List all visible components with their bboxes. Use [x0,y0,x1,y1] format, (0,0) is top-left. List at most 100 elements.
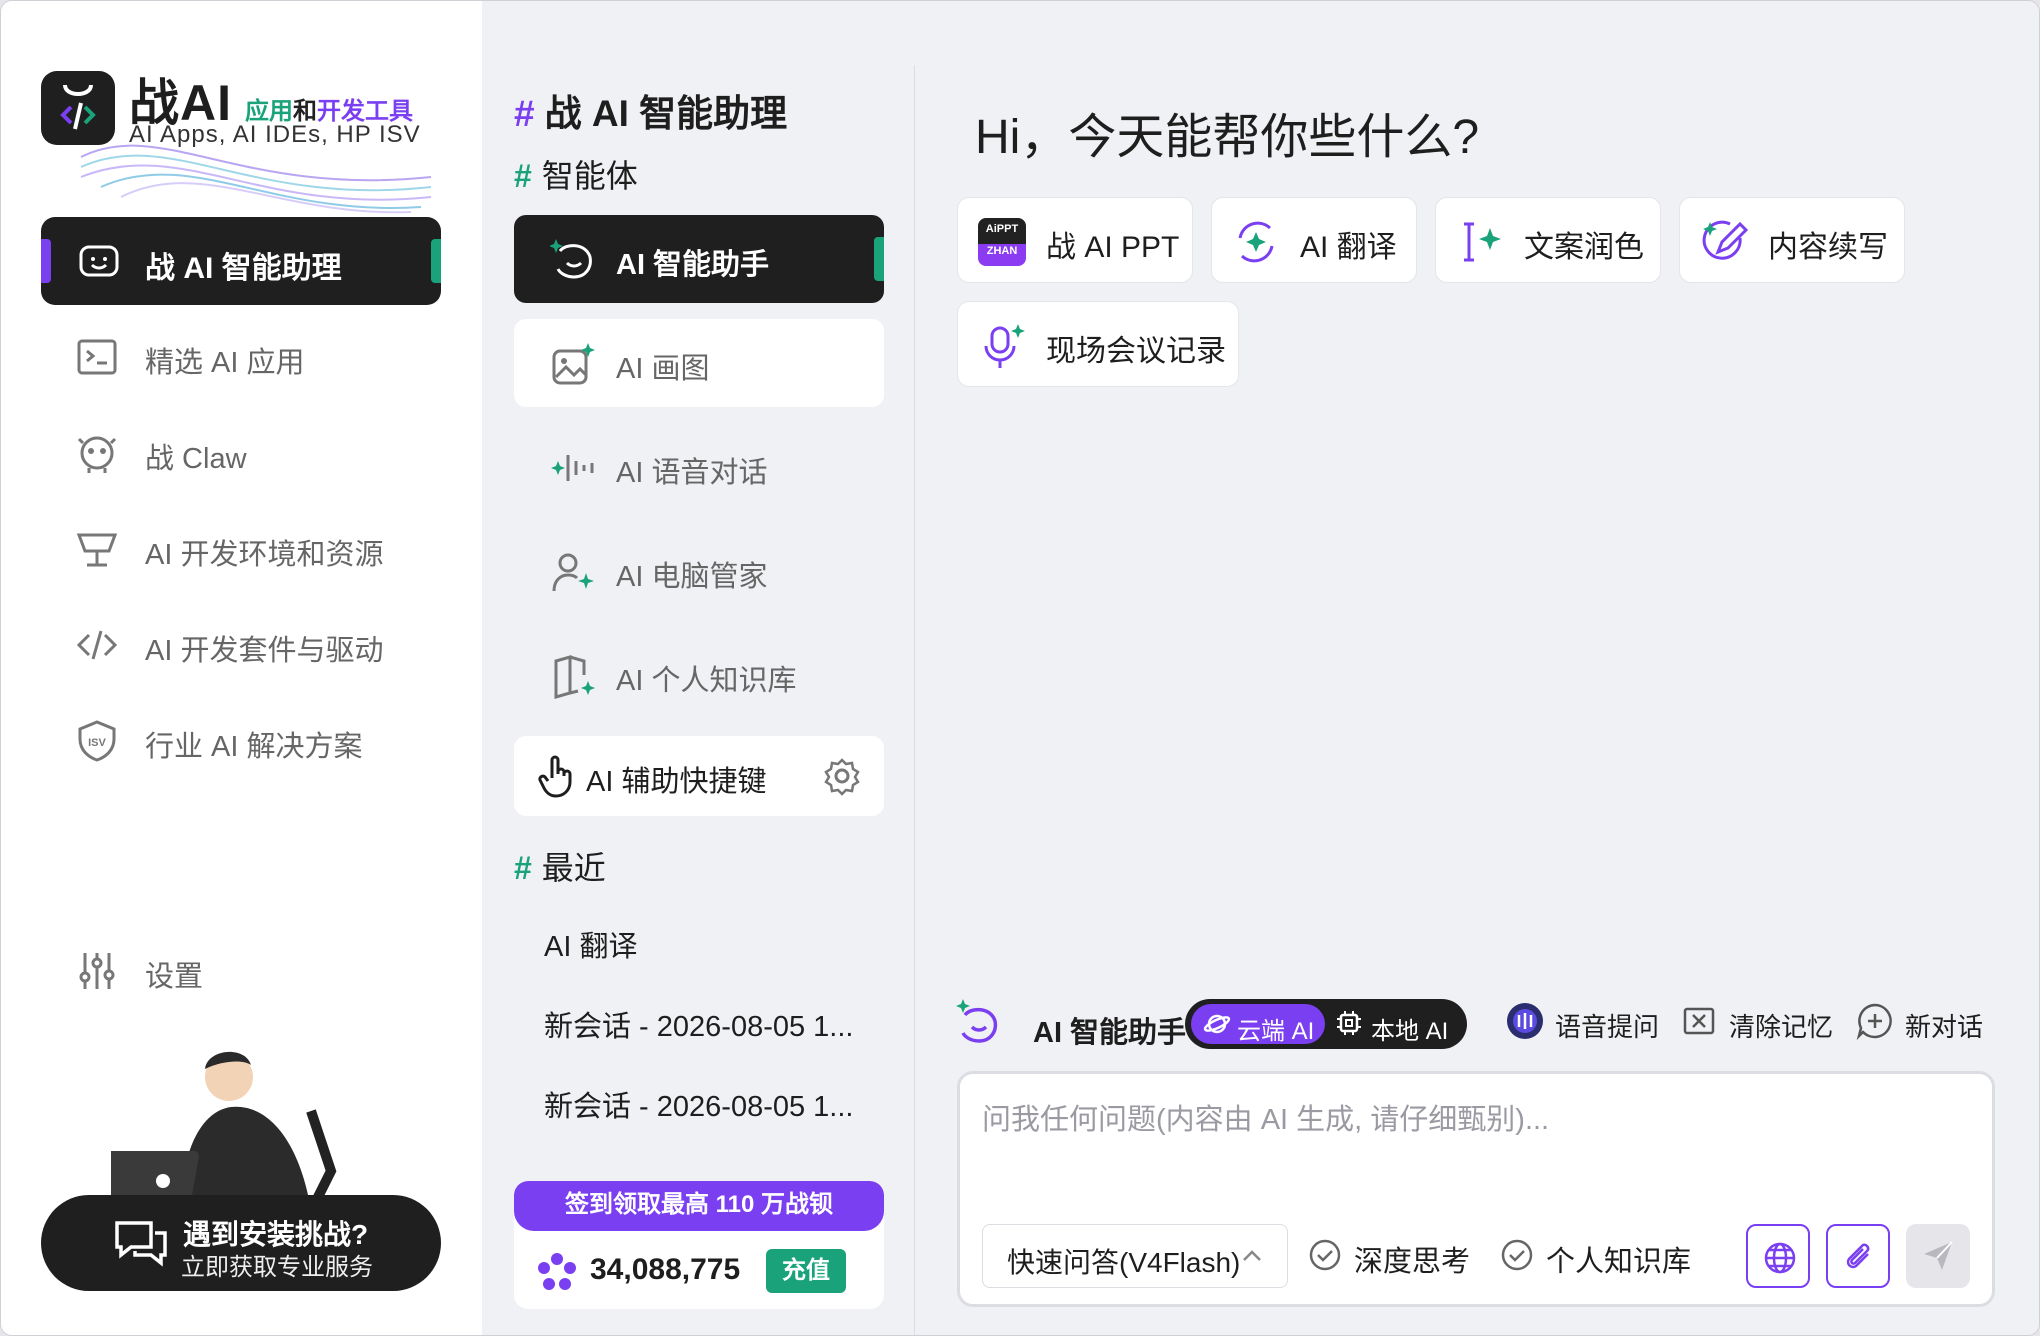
settings-label: 设置 [145,961,204,993]
recent-item[interactable]: AI 翻译 [544,923,637,965]
chat-input-box: 快速问答(V4Flash) 深度思考 个人知识库 [957,1071,1995,1307]
quick-action-translate[interactable]: AI 翻译 [1211,197,1417,283]
recent-item[interactable]: 新会话 - 2026-08-05 1... [544,1003,853,1045]
chip-label: 内容续写 [1768,231,1888,264]
sidebar-item-ai-apps[interactable]: 精选 AI 应用 [41,317,441,397]
agent-label: AI 电脑管家 [616,561,768,593]
microphone-sparkle-icon [984,324,1025,368]
chip-icon [1337,1011,1361,1035]
sidebar-item-label: 精选 AI 应用 [145,347,305,379]
sidebar-item-label: 战 AI 智能助理 [145,252,342,285]
agent-ai-knowledge[interactable]: AI 个人知识库 [514,631,884,719]
active-indicator-left [41,239,51,283]
recharge-button[interactable]: 充值 [766,1249,846,1293]
quick-action-polish[interactable]: 文案润色 [1435,197,1661,283]
app-window: 战AI 应用和开发工具 AI Apps, AI IDEs, HP ISV 战 A… [0,0,2040,1336]
book-sparkle-icon [554,655,595,699]
code-icon [76,630,118,660]
globe-icon [1764,1242,1796,1274]
claw-icon [77,436,117,473]
new-chat-button[interactable]: 新对话 [1856,1003,1983,1044]
translate-sparkle-icon [1238,221,1274,263]
sidebar-item-industry[interactable]: ISV 行业 AI 解决方案 [41,701,441,781]
sidebar-item-dev-kit[interactable]: AI 开发套件与驱动 [41,605,441,685]
hand-pointer-icon [538,755,572,798]
active-indicator-right [431,239,441,283]
robot-face-icon [79,245,119,277]
shortcut-label: AI 辅助快捷键 [586,766,767,798]
agent-ai-pc-manager[interactable]: AI 电脑管家 [514,527,884,615]
sidebar-item-settings[interactable]: 设置 [41,931,441,1011]
user-sparkle-icon [552,553,594,592]
active-indicator [874,237,884,281]
paperclip-icon [1846,1243,1870,1269]
points-flower-icon [538,1253,576,1290]
plus-bubble-icon [1856,1003,1892,1041]
promo-line2: 立即获取专业服务 [181,1254,373,1281]
planet-icon [1203,1014,1231,1034]
sidebar-item-ai-assistant[interactable]: 战 AI 智能助理 [41,217,441,305]
chip-label: 文案润色 [1524,231,1644,264]
agent-label: AI 画图 [616,353,710,385]
voice-orb-icon [1507,1003,1543,1039]
check-circle-icon [1309,1239,1341,1271]
agent-ai-drawing[interactable]: AI 画图 [514,319,884,407]
sidebar-item-label: AI 开发套件与驱动 [145,635,384,667]
sliders-icon [79,953,115,989]
desk-lamp-icon [76,533,118,567]
agents-heading: # 智能体 [514,158,638,194]
quick-action-continue[interactable]: 内容续写 [1679,197,1905,283]
app-logo-icon [41,71,115,145]
chat-bubbles-icon [115,1221,167,1267]
points-balance: 34,088,775 [590,1253,741,1286]
aippt-logo-icon: AiPPT ZHAN [978,218,1026,266]
chat-area: Hi，今天能帮你些什么? AiPPT ZHAN 战 AI PPT AI 翻译 文案… [915,1,2039,1335]
points-card: 签到领取最高 110 万战钡 34,088,775 充值 [514,1181,884,1309]
knowledge-base-toggle[interactable]: 个人知识库 [1501,1238,1691,1280]
recent-item[interactable]: 新会话 - 2026-08-05 1... [544,1083,853,1125]
recent-heading: # 最近 [514,850,606,886]
attach-button[interactable] [1826,1224,1890,1288]
toolbar-title: AI 智能助手 [1033,1017,1187,1049]
clear-box-icon [1683,1007,1715,1035]
agent-ai-voice[interactable]: AI 语音对话 [514,423,884,511]
chat-toolbar: AI 智能助手 云端 AI 本地 AI 语音提问 清除记忆 新对话 [955,997,2015,1053]
send-button[interactable] [1906,1224,1970,1288]
check-circle-icon [1501,1239,1533,1271]
pen-circle-icon [1702,220,1748,260]
image-sparkle-icon [552,343,595,385]
gear-icon[interactable] [822,756,862,796]
assistant-face-icon [550,239,592,279]
ai-mode-toggle: 云端 AI 本地 AI [1185,999,1467,1049]
chat-input[interactable] [982,1096,1962,1176]
agent-label: AI 语音对话 [616,457,768,489]
isv-shield-icon: ISV [78,720,116,762]
agent-ai-assistant[interactable]: AI 智能助手 [514,215,884,303]
agent-panel: # 战 AI 智能助理 # 智能体 AI 智能助手 AI 画图 AI 语音对话 AI… [482,1,915,1335]
quick-action-ai-ppt[interactable]: AiPPT ZHAN 战 AI PPT [957,197,1193,283]
sidebar: 战AI 应用和开发工具 AI Apps, AI IDEs, HP ISV 战 A… [1,1,482,1335]
voice-ask-button[interactable]: 语音提问 [1507,1003,1659,1044]
model-select[interactable]: 快速问答(V4Flash) [982,1224,1288,1288]
sidebar-item-label: 行业 AI 解决方案 [145,731,363,763]
panel-title: # 战 AI 智能助理 [514,93,788,134]
web-search-button[interactable] [1746,1224,1810,1288]
agent-label: AI 智能助手 [616,249,770,281]
sidebar-item-dev-env[interactable]: AI 开发环境和资源 [41,509,441,589]
chevron-up-icon [1243,1250,1261,1261]
greeting: Hi，今天能帮你些什么? [975,111,1480,164]
text-cursor-sparkle-icon [1464,222,1501,262]
sidebar-item-claw[interactable]: 战 Claw [41,413,441,493]
cloud-ai-option[interactable]: 云端 AI [1191,1004,1325,1045]
quick-action-meeting-notes[interactable]: 现场会议记录 [957,301,1239,387]
voice-wave-icon [551,455,594,481]
send-icon [1924,1241,1953,1270]
chip-label: 战 AI PPT [1046,231,1180,264]
checkin-banner[interactable]: 签到领取最高 110 万战钡 [514,1181,884,1231]
promo-illustration [111,1051,337,1211]
ai-shortcut-key[interactable]: AI 辅助快捷键 [514,736,884,816]
chip-label: 现场会议记录 [1046,335,1226,368]
clear-memory-button[interactable]: 清除记忆 [1683,1007,1833,1044]
install-help-button[interactable]: 遇到安装挑战? 立即获取专业服务 [41,1195,441,1291]
deep-think-toggle[interactable]: 深度思考 [1309,1238,1470,1280]
